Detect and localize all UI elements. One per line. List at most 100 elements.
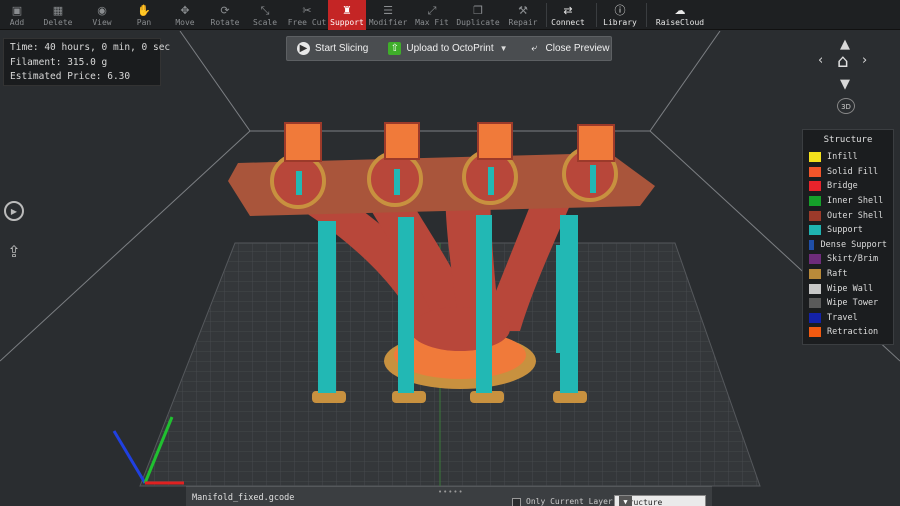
legend-swatch — [809, 239, 815, 250]
3d-viewport[interactable] — [0, 31, 900, 506]
legend-label: Infill — [827, 152, 858, 163]
legend-item[interactable]: Dense Support — [809, 238, 887, 253]
toolbar-label: Max Fit — [415, 18, 449, 27]
toolbar-move-button[interactable]: ✥ Move — [166, 0, 204, 30]
toolbar-modifier-button[interactable]: ☰ Modifier — [366, 0, 410, 30]
close-preview-button[interactable]: ⤶ Close Preview — [518, 37, 620, 60]
legend-label: Solid Fill — [827, 166, 879, 177]
toolbar-max-fit-button[interactable]: ⤢ Max Fit — [410, 0, 454, 30]
toolbar-add-button[interactable]: ▣ Add — [0, 0, 34, 30]
legend-item[interactable]: Solid Fill — [809, 165, 887, 180]
toolbar-label: Free Cut — [287, 18, 327, 27]
upload-icon: ⇧ — [388, 42, 402, 55]
legend-item[interactable]: Skirt/Brim — [809, 252, 887, 267]
toolbar-label: Rotate — [210, 18, 240, 27]
right-arrow-icon[interactable]: › — [862, 54, 867, 67]
toolbar-view-button[interactable]: ◉ View — [84, 0, 120, 30]
toolbar-divider — [596, 3, 597, 27]
toolbar-label: Scale — [252, 18, 278, 27]
cube-add-icon: ▣ — [11, 4, 23, 17]
close-preview-icon: ⤶ — [531, 43, 537, 54]
legend-label: Support — [827, 225, 863, 236]
up-arrow-icon[interactable]: ▲ — [840, 38, 850, 51]
view-3d-button[interactable]: 3D — [837, 98, 855, 114]
toolbar-free-cut-button[interactable]: ✂ Free Cut — [284, 0, 330, 30]
toolbar-scale-button[interactable]: ⤡ Scale — [246, 0, 284, 30]
legend-label: Skirt/Brim — [827, 254, 879, 265]
legend-label: Outer Shell — [827, 210, 884, 221]
play-preview-icon[interactable]: ▶ — [4, 201, 24, 221]
cloud-icon: ☁ — [674, 4, 686, 17]
info-icon: ⓘ — [614, 4, 626, 17]
legend-label: Wipe Tower — [827, 298, 879, 309]
toolbar-delete-button[interactable]: ▦ Delete — [38, 0, 78, 30]
view-mode-select[interactable]: Structure ▼ — [614, 495, 706, 506]
legend-swatch — [809, 312, 821, 323]
print-info-panel: Time: 40 hours, 0 min, 0 sec Filament: 3… — [3, 38, 171, 86]
top-toolbar: ▣ Add ▦ Delete ◉ View ✋ Pan ✥ Move ⟳ Rotate ⤡ Scale ✂ F… — [0, 0, 900, 30]
toolbar-label: Support — [330, 18, 364, 27]
legend-item[interactable]: Support — [809, 223, 887, 238]
toolbar-label: Connect — [551, 18, 585, 27]
toolbar-label: Add — [9, 18, 25, 27]
toolbar-library-button[interactable]: ⓘ Library — [600, 0, 640, 30]
legend-swatch — [809, 269, 821, 280]
start-slicing-button[interactable]: ▶ Start Slicing — [287, 37, 378, 60]
upload-octoprint-button[interactable]: ⇧ Upload to OctoPrint ▼ — [378, 37, 517, 60]
legend-item[interactable]: Raft — [809, 267, 887, 282]
legend-item[interactable]: Travel — [809, 311, 887, 326]
legend-label: Dense Support — [820, 239, 887, 250]
legend-swatch — [809, 152, 821, 163]
legend-label: Raft — [827, 269, 848, 280]
gcode-bottom-bar: ••••• Manifold_fixed.gcode Only Current … — [186, 486, 712, 506]
rotate-icon: ⟳ — [220, 4, 230, 17]
resize-grip[interactable]: ••••• — [438, 488, 464, 496]
legend-item[interactable]: Retraction — [809, 325, 887, 340]
toolbar-duplicate-button[interactable]: ❐ Duplicate — [454, 0, 502, 30]
toolbar-divider — [546, 3, 547, 27]
toolbar-rotate-button[interactable]: ⟳ Rotate — [204, 0, 246, 30]
cut-icon: ✂ — [302, 4, 312, 17]
home-icon[interactable]: ⌂ — [837, 51, 848, 72]
legend-label: Wipe Wall — [827, 283, 874, 294]
scene-svg — [0, 31, 900, 487]
structure-legend: Structure Infill Solid Fill Bridge Inner Sh… — [802, 129, 894, 345]
scale-icon: ⤡ — [260, 4, 270, 17]
chevron-down-icon[interactable]: ▼ — [500, 44, 508, 53]
legend-item[interactable]: Inner Shell — [809, 194, 887, 209]
left-arrow-icon[interactable]: ‹ — [818, 54, 823, 67]
only-current-layer-label: Only Current Layer — [526, 497, 613, 506]
toolbar-label: Move — [175, 18, 195, 27]
toolbar-support-button[interactable]: ♜ Support — [328, 0, 366, 30]
legend-swatch — [809, 283, 821, 294]
toolbar-label: Repair — [508, 18, 538, 27]
legend-swatch — [809, 298, 821, 309]
preview-action-bar: ▶ Start Slicing ⇧ Upload to OctoPrint ▼ … — [286, 36, 612, 61]
export-icon[interactable]: ⇪ — [4, 240, 24, 262]
toolbar-raisecloud-button[interactable]: ☁ RaiseCloud — [650, 0, 710, 30]
duplicate-icon: ❐ — [473, 4, 483, 17]
legend-label: Retraction — [827, 327, 879, 338]
toolbar-label: Modifier — [368, 18, 408, 27]
toolbar-connect-button[interactable]: ⇄ Connect — [548, 0, 588, 30]
toolbar-label: RaiseCloud — [655, 18, 705, 27]
only-current-layer-checkbox[interactable] — [512, 498, 521, 506]
gcode-filename: Manifold_fixed.gcode — [192, 493, 295, 503]
legend-item[interactable]: Infill — [809, 150, 887, 165]
legend-swatch — [809, 225, 821, 236]
legend-item[interactable]: Wipe Wall — [809, 281, 887, 296]
legend-item[interactable]: Wipe Tower — [809, 296, 887, 311]
toolbar-repair-button[interactable]: ⚒ Repair — [502, 0, 544, 30]
toolbar-label: Duplicate — [456, 18, 500, 27]
estimated-price: Estimated Price: 6.30 — [10, 71, 131, 82]
legend-swatch — [809, 327, 821, 338]
toolbar-pan-button[interactable]: ✋ Pan — [122, 0, 166, 30]
down-arrow-icon[interactable]: ▼ — [840, 78, 850, 91]
print-time: Time: 40 hours, 0 min, 0 sec — [10, 42, 171, 53]
support-icon: ♜ — [342, 4, 352, 17]
toolbar-label: Pan — [136, 18, 152, 27]
legend-item[interactable]: Bridge — [809, 179, 887, 194]
legend-item[interactable]: Outer Shell — [809, 208, 887, 223]
legend-swatch — [809, 210, 821, 221]
legend-swatch — [809, 196, 821, 207]
